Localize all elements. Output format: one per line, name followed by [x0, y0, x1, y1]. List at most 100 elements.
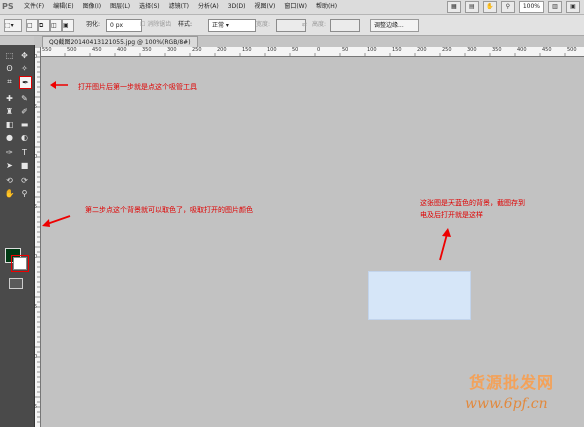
ruler-top-label: 250 — [192, 47, 202, 53]
width-label: 宽度: — [256, 21, 271, 28]
ruler-top-label: 350 — [492, 47, 502, 53]
ruler-top-label: 450 — [92, 47, 102, 53]
style-value: 正常 — [212, 22, 225, 29]
watermark: 货源批发网 www.6pf.cn — [459, 369, 579, 419]
ruler-top-label: 200 — [217, 47, 227, 53]
ruler-top-label: 100 — [367, 47, 377, 53]
ruler-top-label: 100 — [267, 47, 277, 53]
height-label: 高度: — [312, 21, 327, 28]
intersect-selection-icon[interactable]: ▣ — [62, 19, 74, 32]
arrow-note-icon — [439, 228, 451, 261]
opened-image-preview[interactable] — [368, 271, 471, 320]
menu-analysis[interactable]: 分析(A) — [198, 0, 219, 14]
style-label: 样式: — [178, 21, 193, 28]
arrow-step1-icon — [50, 81, 68, 89]
3d-rotate-icon[interactable]: ⟲ — [4, 175, 15, 186]
ruler-top-label: 500 — [67, 47, 77, 53]
menu-list: 文件(F) 编辑(E) 图像(I) 图层(L) 选择(S) 滤镜(T) 分析(A… — [24, 0, 337, 14]
tool-preset-icon[interactable]: ⬚▾ — [4, 19, 22, 32]
swap-icon[interactable]: ⇄ — [302, 19, 307, 30]
move-icon[interactable]: ✥ — [19, 50, 30, 61]
menu-layer[interactable]: 图层(L) — [110, 0, 130, 14]
feather-input[interactable]: 0 px — [106, 19, 142, 32]
menu-bar: PS 文件(F) 编辑(E) 图像(I) 图层(L) 选择(S) 滤镜(T) 分… — [0, 0, 584, 15]
menu-filter[interactable]: 滤镜(T) — [169, 0, 189, 14]
hand-tool-icon[interactable]: ✋ — [482, 1, 497, 13]
brush-icon[interactable]: ✎ — [19, 93, 30, 104]
shape-icon[interactable]: ■ — [19, 160, 30, 171]
gradient-icon[interactable]: ▬ — [19, 119, 30, 130]
menu-3d[interactable]: 3D(D) — [228, 0, 246, 14]
options-bar: ⬚▾ □ ⧉ ◫ ▣ 羽化: 0 px ☐ 消除锯齿 样式: 正常 ▾ 宽度: … — [0, 15, 584, 36]
zoom-tool-icon[interactable]: ⚲ — [500, 1, 515, 13]
ruler-top-label: 400 — [117, 47, 127, 53]
marquee-icon[interactable]: ⬚ — [4, 50, 15, 61]
zoom-icon[interactable]: ⚲ — [19, 188, 30, 199]
ruler-top-label: 450 — [542, 47, 552, 53]
spot-heal-icon[interactable]: ✚ — [4, 93, 15, 104]
antialias-checkbox[interactable]: ☐ 消除锯齿 — [140, 19, 171, 30]
screen-mode-icon[interactable]: ▣ — [566, 1, 580, 13]
menu-view[interactable]: 视图(V) — [255, 0, 276, 14]
ruler-top-label: 550 — [42, 47, 52, 53]
ruler-top-label: 250 — [442, 47, 452, 53]
ruler-top-label: 0 — [317, 47, 321, 53]
3d-camera-icon[interactable]: ⟳ — [19, 175, 30, 186]
ruler-left: 05050505 — [34, 47, 41, 427]
ruler-top-label: 150 — [392, 47, 402, 53]
watermark-url: www.6pf.cn — [465, 396, 548, 412]
menu-image[interactable]: 图像(I) — [83, 0, 101, 14]
subtract-selection-icon[interactable]: ◫ — [50, 19, 62, 32]
ruler-top-label: 50 — [292, 47, 299, 53]
watermark-title: 货源批发网 — [469, 373, 555, 392]
arrow-step2-icon — [42, 215, 71, 227]
ruler-top-label: 300 — [467, 47, 477, 53]
annotation-note-line1: 这张图是天蓝色的背景，截图存到 — [420, 199, 525, 207]
path-select-icon[interactable]: ➤ — [4, 160, 15, 171]
ruler-top: 550 500 450 400 350 300 250 200 150 100 50 0 50 100 15… — [40, 47, 584, 57]
height-input[interactable] — [330, 19, 360, 32]
menu-select[interactable]: 选择(S) — [139, 0, 160, 14]
zoom-level[interactable]: 100% — [518, 1, 544, 13]
minibridge-icon[interactable]: ▤ — [464, 1, 479, 13]
pen-icon[interactable]: ✑ — [4, 147, 15, 158]
photoshop-window: PS 文件(F) 编辑(E) 图像(I) 图层(L) 选择(S) 滤镜(T) 分… — [0, 0, 584, 427]
toolbox: ⬚ ✥ ʘ ✧ ⌗ ✒ ✚ ✎ ♜ ✐ ◧ ▬ ● ◐ ✑ T ➤ ■ ⟲ ⟳ … — [0, 45, 35, 427]
annotation-step2: 第二步点这个背景就可以取色了，吸取打开的图片颜色 — [85, 206, 253, 214]
menubar-controls: ▦ ▤ ✋ ⚲ 100% ▥ ▣ — [446, 1, 580, 13]
history-brush-icon[interactable]: ✐ — [19, 106, 30, 117]
blur-icon[interactable]: ● — [4, 132, 15, 143]
ruler-top-label: 200 — [417, 47, 427, 53]
menu-edit[interactable]: 编辑(E) — [53, 0, 73, 14]
eyedropper-icon[interactable]: ✒ — [19, 76, 32, 89]
dodge-icon[interactable]: ◐ — [19, 132, 30, 143]
bridge-icon[interactable]: ▦ — [446, 1, 461, 13]
app-logo: PS — [2, 2, 14, 11]
ruler-top-label: 50 — [342, 47, 349, 53]
type-icon[interactable]: T — [19, 147, 30, 158]
stamp-icon[interactable]: ♜ — [4, 106, 15, 117]
ruler-top-label: 300 — [167, 47, 177, 53]
magic-wand-icon[interactable]: ✧ — [19, 63, 30, 74]
hand-icon[interactable]: ✋ — [4, 188, 15, 199]
style-select[interactable]: 正常 ▾ — [208, 19, 256, 32]
annotation-note-line2: 电及后打开就是这样 — [420, 211, 483, 219]
eraser-icon[interactable]: ◧ — [4, 119, 15, 130]
swatch-highlight — [11, 255, 29, 272]
ruler-top-label: 350 — [142, 47, 152, 53]
annotation-step1: 打开图片后第一步就是点这个吸管工具 — [78, 83, 197, 91]
add-selection-icon[interactable]: ⧉ — [38, 19, 50, 32]
menu-help[interactable]: 帮助(H) — [316, 0, 337, 14]
crop-icon[interactable]: ⌗ — [4, 76, 15, 87]
new-selection-icon[interactable]: □ — [26, 19, 38, 32]
menu-window[interactable]: 窗口(W) — [284, 0, 307, 14]
refine-edge-button[interactable]: 调整边缘... — [370, 19, 419, 32]
quick-mask-icon[interactable] — [9, 278, 23, 289]
ruler-top-label: 150 — [242, 47, 252, 53]
menu-file[interactable]: 文件(F) — [24, 0, 44, 14]
arrange-documents-icon[interactable]: ▥ — [548, 1, 562, 13]
antialias-label: 消除锯齿 — [147, 21, 172, 28]
lasso-icon[interactable]: ʘ — [4, 63, 15, 74]
ruler-top-label: 500 — [567, 47, 577, 53]
ruler-top-label: 400 — [517, 47, 527, 53]
